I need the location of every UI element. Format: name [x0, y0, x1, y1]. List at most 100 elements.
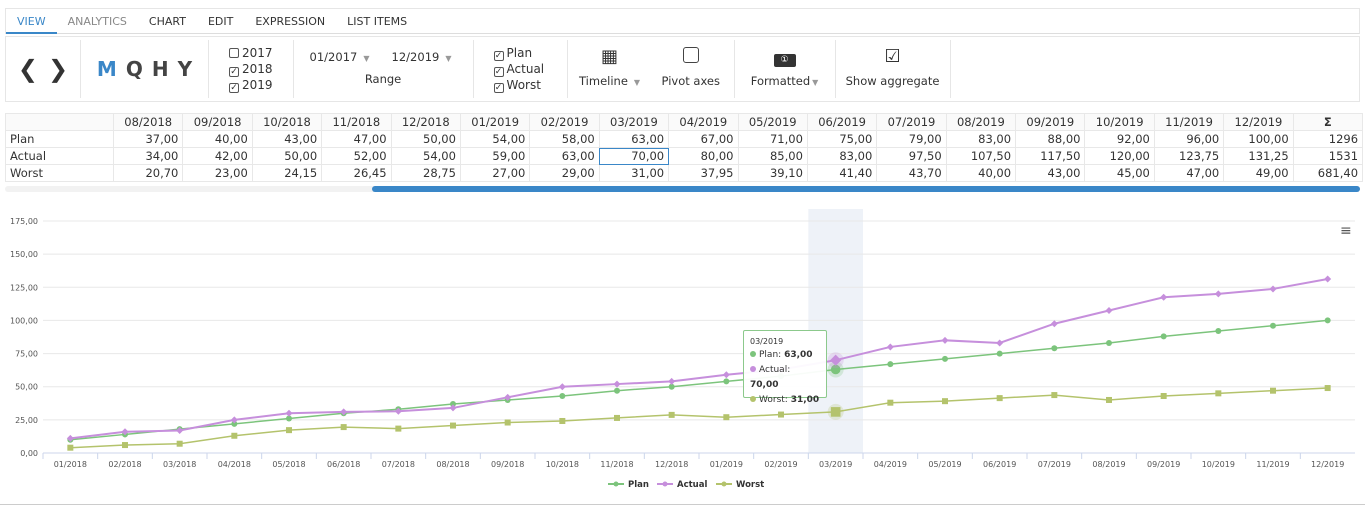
formatted-button[interactable]: ① Formatted ▼ — [735, 40, 836, 98]
year-2019-checkbox[interactable]: ✓ 2019 — [229, 77, 273, 93]
year-2018-checkbox[interactable]: ✓ 2018 — [229, 61, 273, 77]
table-cell[interactable]: 117,50 — [1015, 147, 1086, 165]
hamburger-menu-icon[interactable]: ≡ — [1340, 223, 1352, 239]
column-header[interactable]: 05/2019 — [737, 113, 808, 131]
table-cell[interactable]: 120,00 — [1084, 147, 1155, 165]
column-header[interactable]: 11/2019 — [1153, 113, 1225, 131]
column-header[interactable]: 09/2019 — [1015, 113, 1086, 131]
table-cell[interactable]: 37,95 — [668, 164, 739, 182]
period-half-button[interactable]: H — [152, 57, 169, 81]
table-cell[interactable]: 43,70 — [876, 164, 947, 182]
table-cell[interactable]: 71,00 — [737, 130, 808, 148]
table-cell[interactable]: 28,75 — [390, 164, 461, 182]
table-cell[interactable]: 80,00 — [668, 147, 739, 165]
column-header[interactable]: 09/2018 — [182, 113, 253, 131]
table-cell[interactable]: 50,00 — [390, 130, 461, 148]
period-quarter-button[interactable]: Q — [126, 57, 143, 81]
table-cell[interactable]: 123,75 — [1153, 147, 1225, 165]
scrollbar-thumb[interactable] — [372, 186, 1360, 192]
table-cell[interactable]: 75,00 — [806, 130, 878, 148]
table-cell[interactable]: 24,15 — [251, 164, 323, 182]
table-cell[interactable]: 131,25 — [1223, 147, 1294, 165]
table-cell[interactable]: 83,00 — [945, 130, 1017, 148]
period-month-button[interactable]: M — [97, 57, 117, 81]
column-header[interactable]: 12/2019 — [1223, 113, 1294, 131]
table-cell[interactable]: 40,00 — [945, 164, 1017, 182]
table-cell[interactable]: 47,00 — [1153, 164, 1225, 182]
table-cell[interactable]: 107,50 — [945, 147, 1017, 165]
table-cell[interactable]: 43,00 — [251, 130, 323, 148]
tab-chart[interactable]: CHART — [138, 9, 197, 34]
column-header[interactable]: 08/2019 — [945, 113, 1017, 131]
series-plan-checkbox[interactable]: ✓ Plan — [493, 45, 567, 61]
year-2017-checkbox[interactable]: 2017 — [229, 45, 273, 61]
tab-edit[interactable]: EDIT — [197, 9, 244, 34]
period-year-button[interactable]: Y — [178, 57, 192, 81]
pivot-axes-button[interactable]: Pivot axes — [652, 40, 730, 98]
table-cell[interactable]: 70,00 — [598, 147, 670, 165]
table-cell[interactable]: 85,00 — [737, 147, 808, 165]
tab-list-items[interactable]: LIST ITEMS — [336, 9, 418, 34]
next-icon[interactable]: ❯ — [48, 55, 68, 83]
table-cell[interactable]: 79,00 — [876, 130, 947, 148]
tab-analytics[interactable]: ANALYTICS — [57, 9, 138, 34]
column-header[interactable]: 03/2019 — [598, 113, 670, 131]
range-from-dropdown[interactable]: 01/2017 ▼ — [310, 50, 370, 64]
table-cell[interactable]: 1296 — [1292, 130, 1364, 148]
column-header[interactable]: 02/2019 — [529, 113, 600, 131]
table-cell[interactable]: 67,00 — [668, 130, 739, 148]
table-cell[interactable]: 1531 — [1292, 147, 1364, 165]
table-cell[interactable]: 58,00 — [529, 130, 600, 148]
table-cell[interactable]: 54,00 — [459, 130, 531, 148]
table-cell[interactable]: 50,00 — [251, 147, 323, 165]
prev-icon[interactable]: ❮ — [18, 55, 38, 83]
series-worst-checkbox[interactable]: ✓ Worst — [493, 77, 567, 93]
table-cell[interactable]: 681,40 — [1292, 164, 1364, 182]
column-header[interactable]: 01/2019 — [459, 113, 531, 131]
column-header[interactable]: 11/2018 — [321, 113, 392, 131]
column-header[interactable]: 04/2019 — [668, 113, 739, 131]
column-header[interactable]: 08/2018 — [112, 113, 184, 131]
column-header[interactable]: 06/2019 — [806, 113, 878, 131]
horizontal-scrollbar[interactable] — [5, 186, 1360, 192]
table-cell[interactable]: 34,00 — [112, 147, 184, 165]
table-cell[interactable]: 97,50 — [876, 147, 947, 165]
table-cell[interactable]: 29,00 — [529, 164, 600, 182]
column-header[interactable]: 07/2019 — [876, 113, 947, 131]
table-cell[interactable]: 26,45 — [321, 164, 392, 182]
column-header[interactable]: 10/2019 — [1084, 113, 1155, 131]
table-cell[interactable]: 96,00 — [1153, 130, 1225, 148]
table-cell[interactable]: 39,10 — [737, 164, 808, 182]
x-tick-label: 07/2019 — [1038, 460, 1071, 469]
table-cell[interactable]: 43,00 — [1015, 164, 1086, 182]
table-cell[interactable]: 92,00 — [1084, 130, 1155, 148]
series-actual-checkbox[interactable]: ✓ Actual — [493, 61, 567, 77]
column-header[interactable]: 10/2018 — [251, 113, 323, 131]
table-cell[interactable]: 31,00 — [598, 164, 670, 182]
table-cell[interactable]: 23,00 — [182, 164, 253, 182]
table-cell[interactable]: 41,40 — [806, 164, 878, 182]
table-cell[interactable]: 63,00 — [529, 147, 600, 165]
column-header[interactable]: 12/2018 — [390, 113, 461, 131]
table-cell[interactable]: 27,00 — [459, 164, 531, 182]
range-to-dropdown[interactable]: 12/2019 ▼ — [392, 50, 452, 64]
table-cell[interactable]: 20,70 — [112, 164, 184, 182]
table-cell[interactable]: 54,00 — [390, 147, 461, 165]
table-cell[interactable]: 42,00 — [182, 147, 253, 165]
table-cell[interactable]: 49,00 — [1223, 164, 1294, 182]
show-aggregate-button[interactable]: ☑ Show aggregate — [836, 40, 951, 98]
tab-view[interactable]: VIEW — [6, 9, 57, 34]
column-header[interactable]: Σ — [1292, 113, 1364, 131]
table-cell[interactable]: 47,00 — [321, 130, 392, 148]
table-cell[interactable]: 83,00 — [806, 147, 878, 165]
table-cell[interactable]: 88,00 — [1015, 130, 1086, 148]
table-cell[interactable]: 52,00 — [321, 147, 392, 165]
table-cell[interactable]: 45,00 — [1084, 164, 1155, 182]
tab-expression[interactable]: EXPRESSION — [244, 9, 336, 34]
table-cell[interactable]: 59,00 — [459, 147, 531, 165]
table-cell[interactable]: 100,00 — [1223, 130, 1294, 148]
table-cell[interactable]: 63,00 — [598, 130, 670, 148]
table-cell[interactable]: 37,00 — [112, 130, 184, 148]
table-cell[interactable]: 40,00 — [182, 130, 253, 148]
timeline-button[interactable]: ▦ Timeline ▼ — [568, 40, 652, 98]
